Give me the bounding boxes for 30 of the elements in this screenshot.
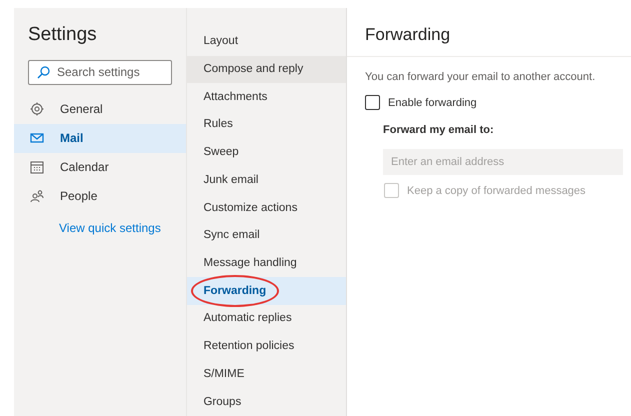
- description-text: You can forward your email to another account.: [365, 70, 596, 85]
- search-field[interactable]: Search settings: [28, 60, 172, 84]
- panel-title: Forwarding: [347, 8, 631, 57]
- submenu-item[interactable]: Attachments: [187, 83, 346, 112]
- nav-item[interactable]: People: [14, 182, 186, 210]
- nav-item[interactable]: General: [14, 94, 186, 124]
- calendar-icon: [30, 160, 44, 174]
- enable-forwarding-checkbox[interactable]: Enable forwarding: [365, 94, 623, 111]
- forward-to-label: Forward my email to:: [383, 123, 495, 138]
- submenu-item[interactable]: Junk email: [187, 166, 346, 194]
- nav-item[interactable]: Calendar: [14, 152, 186, 182]
- submenu-item[interactable]: Retention policies: [187, 332, 346, 361]
- view-quick-settings-link[interactable]: View quick settings: [59, 218, 186, 236]
- submenu-item[interactable]: Message handling: [187, 250, 346, 278]
- submenu-item[interactable]: S/MIME: [187, 360, 346, 388]
- submenu-item[interactable]: Rules: [187, 111, 346, 139]
- people-icon: [30, 189, 44, 203]
- submenu-item[interactable]: Groups: [187, 388, 346, 416]
- gear-icon: [30, 102, 44, 116]
- submenu-item[interactable]: Customize actions: [187, 194, 346, 222]
- search-icon: [37, 66, 50, 78]
- submenu-item[interactable]: Sync email: [187, 222, 346, 250]
- settings-title: Settings: [27, 23, 98, 47]
- nav-item[interactable]: Mail: [14, 124, 186, 152]
- submenu-item[interactable]: Compose and reply: [187, 56, 346, 84]
- envelope-icon: [30, 131, 44, 145]
- submenu-item[interactable]: Sweep: [187, 138, 346, 167]
- submenu-item[interactable]: Layout: [187, 28, 346, 56]
- submenu-item[interactable]: Forwarding: [187, 277, 346, 306]
- submenu-item[interactable]: Automatic replies: [187, 305, 346, 333]
